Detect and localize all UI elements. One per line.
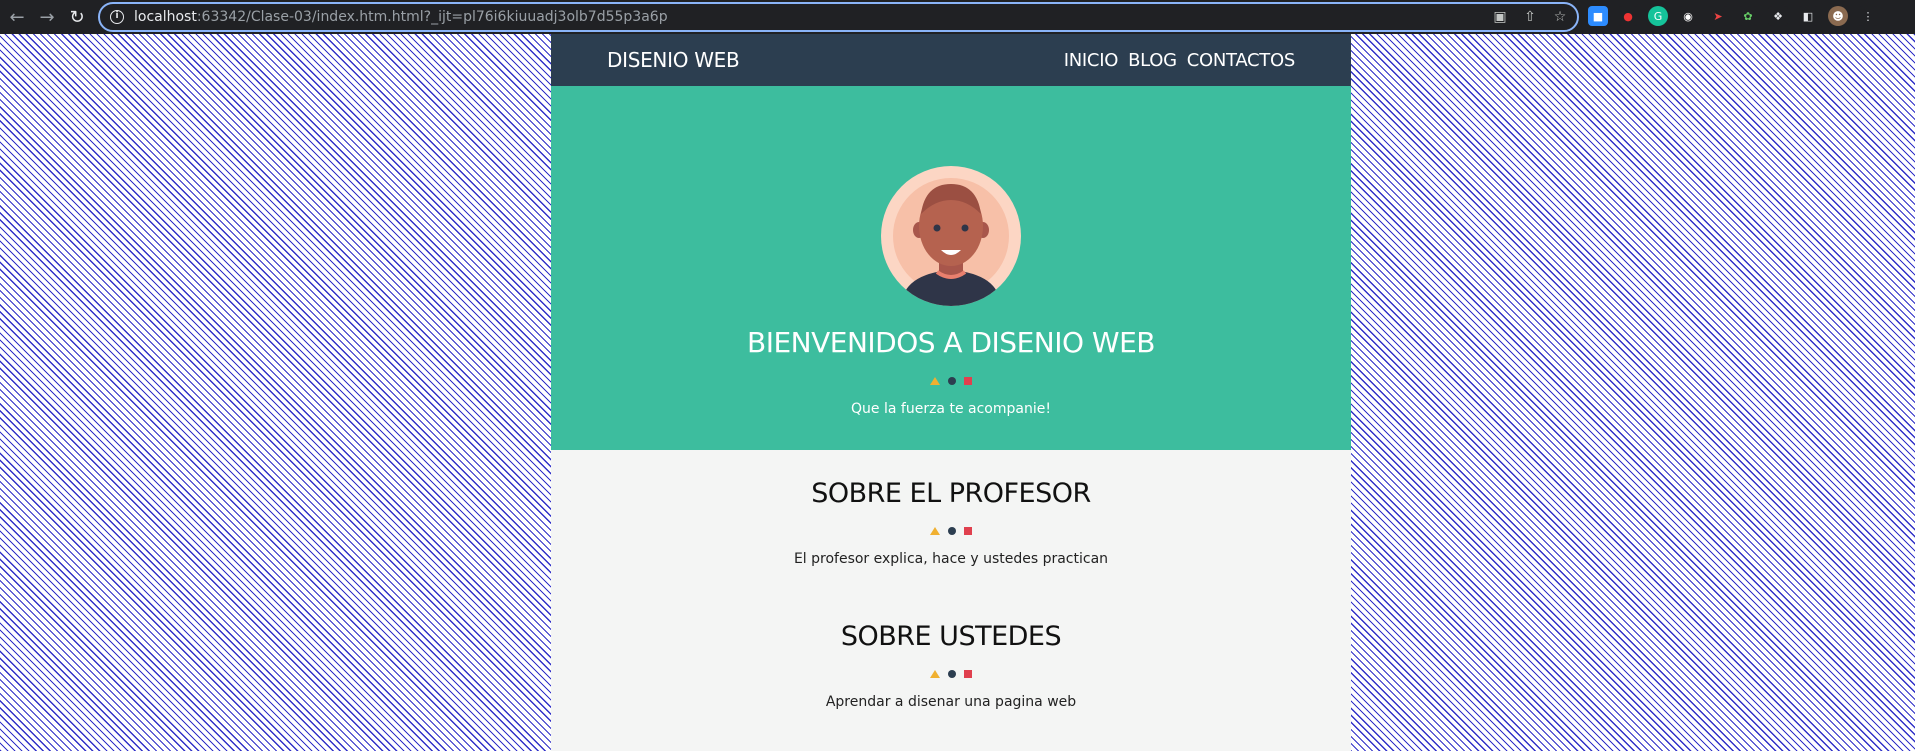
- about-students-section: SOBRE USTEDES Aprendar a disenar una pag…: [551, 567, 1351, 710]
- hero-subtitle: Que la fuerza te acompanie!: [851, 401, 1051, 417]
- forward-arrow-icon[interactable]: →: [34, 4, 60, 30]
- extensions-puzzle-icon[interactable]: ❖: [1768, 6, 1788, 26]
- site-brand[interactable]: DISENIO WEB: [607, 48, 740, 72]
- square-icon: [964, 670, 972, 678]
- square-icon: [964, 527, 972, 535]
- nav-link-inicio[interactable]: INICIO: [1064, 50, 1119, 71]
- decorative-shapes: [930, 375, 972, 387]
- grammarly-extension-icon[interactable]: G: [1648, 6, 1668, 26]
- colorful-extension-icon[interactable]: ✿: [1738, 6, 1758, 26]
- nav-link-blog[interactable]: BLOG: [1128, 50, 1177, 71]
- reload-icon[interactable]: ↻: [64, 4, 90, 30]
- profile-avatar[interactable]: ☻: [1828, 6, 1848, 26]
- site-container: DISENIO WEB INICIO BLOG CONTACTOS BIENVE…: [551, 34, 1351, 751]
- browser-toolbar: ← → ↻ i localhost:63342/Clase-03/index.h…: [0, 0, 1915, 34]
- decorative-shapes: [930, 668, 972, 680]
- share-icon[interactable]: ⇧: [1521, 8, 1539, 26]
- side-panel-icon[interactable]: ◧: [1798, 6, 1818, 26]
- zoom-extension-icon[interactable]: ■: [1588, 6, 1608, 26]
- url-path: :63342/Clase-03/index.htm.html?_ijt=pl76…: [196, 9, 668, 25]
- globe-extension-icon[interactable]: ◉: [1678, 6, 1698, 26]
- page-viewport: DISENIO WEB INICIO BLOG CONTACTOS BIENVE…: [0, 34, 1915, 751]
- circle-icon: [948, 377, 956, 385]
- red-extension-icon[interactable]: ●: [1618, 6, 1638, 26]
- url-text[interactable]: localhost:63342/Clase-03/index.htm.html?…: [134, 9, 668, 25]
- chrome-menu-icon[interactable]: ⋮: [1858, 6, 1878, 26]
- back-arrow-icon[interactable]: ←: [4, 4, 30, 30]
- main-nav: INICIO BLOG CONTACTOS: [1064, 50, 1296, 71]
- nav-link-contactos[interactable]: CONTACTOS: [1187, 50, 1296, 71]
- triangle-icon: [930, 377, 940, 385]
- section-text: El profesor explica, hace y ustedes prac…: [793, 551, 1109, 567]
- translate-icon[interactable]: ▣: [1491, 8, 1509, 26]
- flag-extension-icon[interactable]: ➤: [1708, 6, 1728, 26]
- section-title: SOBRE EL PROFESOR: [811, 478, 1091, 509]
- url-host: localhost: [134, 9, 197, 25]
- about-teacher-section: SOBRE EL PROFESOR El profesor explica, h…: [551, 450, 1351, 567]
- decorative-shapes: [930, 525, 972, 537]
- hero-section: BIENVENIDOS A DISENIO WEB Que la fuerza …: [551, 86, 1351, 450]
- section-text: Aprendar a disenar una pagina web: [825, 694, 1077, 710]
- bookmark-star-icon[interactable]: ☆: [1551, 8, 1569, 26]
- site-header: DISENIO WEB INICIO BLOG CONTACTOS: [551, 34, 1351, 86]
- hero-title: BIENVENIDOS A DISENIO WEB: [747, 326, 1156, 359]
- avatar-image: [881, 166, 1021, 306]
- circle-icon: [948, 527, 956, 535]
- triangle-icon: [930, 670, 940, 678]
- site-info-icon[interactable]: i: [110, 10, 124, 24]
- address-bar[interactable]: i localhost:63342/Clase-03/index.htm.htm…: [98, 2, 1579, 32]
- triangle-icon: [930, 527, 940, 535]
- square-icon: [964, 377, 972, 385]
- section-title: SOBRE USTEDES: [840, 621, 1062, 652]
- circle-icon: [948, 670, 956, 678]
